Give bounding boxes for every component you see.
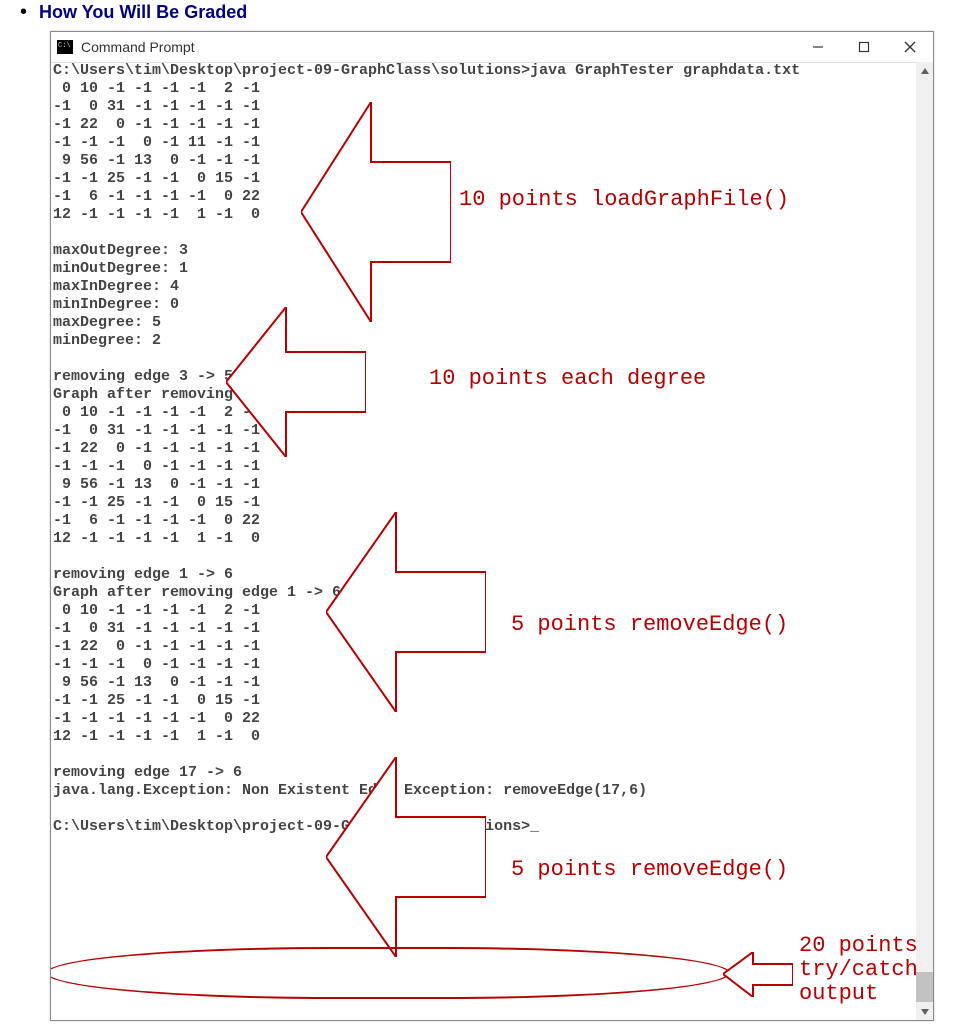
scroll-down-button[interactable]	[916, 1003, 933, 1020]
page-title: How You Will Be Graded	[39, 2, 247, 23]
minimize-button[interactable]	[795, 32, 841, 62]
arrow-icon	[326, 512, 486, 712]
close-button[interactable]	[887, 32, 933, 62]
annotation-line: 20 points	[799, 934, 918, 958]
circle-annotation-icon	[51, 947, 730, 999]
scroll-thumb[interactable]	[916, 972, 933, 1002]
scroll-up-button[interactable]	[916, 62, 933, 79]
titlebar[interactable]: Command Prompt	[51, 32, 933, 63]
arrow-icon	[301, 102, 451, 322]
arrow-icon	[723, 952, 793, 997]
annotation-degree: 10 points each degree	[429, 366, 706, 391]
window-title: Command Prompt	[81, 39, 795, 55]
annotation-loadgraph: 10 points loadGraphFile()	[459, 187, 789, 212]
annotation-trycatch: 20 points try/catch output	[799, 934, 918, 1006]
cmd-icon	[57, 40, 73, 54]
annotation-removeedge1: 5 points removeEdge()	[511, 612, 788, 637]
annotation-line: output	[799, 982, 918, 1006]
annotation-removeedge2: 5 points removeEdge()	[511, 857, 788, 882]
bullet-icon: •	[20, 2, 27, 22]
arrow-icon	[326, 757, 486, 957]
command-prompt-window: Command Prompt C:\Users\tim\Desktop\proj…	[50, 31, 934, 1021]
arrow-icon	[226, 307, 366, 457]
annotation-line: try/catch	[799, 958, 918, 982]
vertical-scrollbar[interactable]	[916, 62, 933, 1020]
maximize-button[interactable]	[841, 32, 887, 62]
